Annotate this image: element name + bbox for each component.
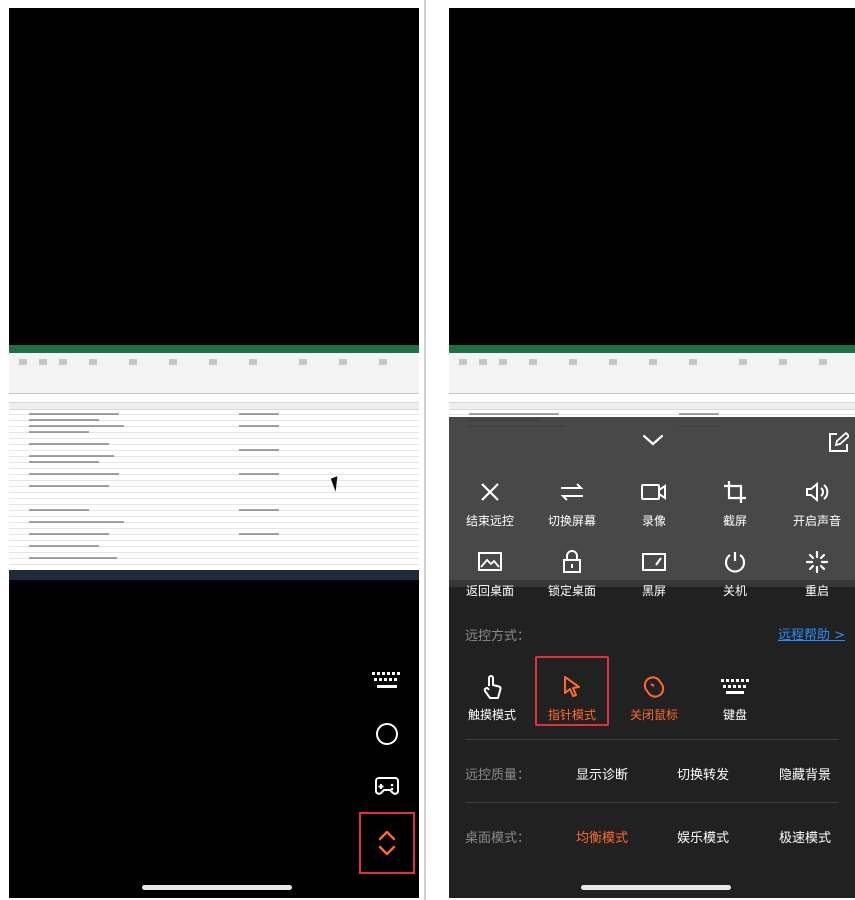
mode-label: 键盘 (722, 708, 747, 722)
tool-label: 返回桌面 (465, 584, 514, 598)
lock-icon (537, 548, 607, 576)
excel-ribbon (449, 353, 855, 394)
tool-label: 结束远控 (465, 514, 514, 528)
gamepad-icon[interactable] (366, 765, 408, 807)
tool-label: 锁定桌面 (547, 584, 596, 598)
control-mode-label: 远控方式： (465, 629, 531, 644)
remote-desktop-view[interactable] (9, 345, 419, 580)
switch-icon (537, 478, 607, 506)
sound-on-button[interactable]: 开启声音 (782, 478, 852, 529)
show-diagnosis-option[interactable]: 显示诊断 (576, 764, 628, 783)
blackscreen-icon (619, 548, 689, 576)
left-phone-screen (9, 8, 419, 898)
tool-label: 截屏 (722, 514, 747, 528)
keyboard-mode-button[interactable]: 键盘 (695, 672, 775, 723)
keyboard-icon (695, 672, 775, 702)
edit-icon[interactable] (827, 431, 851, 458)
speed-mode-option[interactable]: 极速模式 (779, 827, 831, 846)
windows-taskbar (9, 570, 419, 580)
switch-relay-option[interactable]: 切换转发 (677, 764, 729, 783)
screenshot-button[interactable]: 截屏 (700, 478, 770, 529)
tool-label: 录像 (641, 514, 666, 528)
record-icon (619, 478, 689, 506)
separator (424, 0, 426, 900)
home-indicator[interactable] (581, 885, 731, 890)
spreadsheet-grid (9, 409, 419, 570)
mode-label: 指针模式 (547, 708, 596, 722)
hide-background-option[interactable]: 隐藏背景 (779, 764, 831, 783)
speaker-icon (782, 478, 852, 506)
formula-bar (9, 394, 419, 403)
mouse-off-icon (614, 672, 694, 702)
entertainment-mode-option[interactable]: 娱乐模式 (677, 827, 729, 846)
shutdown-button[interactable]: 关机 (700, 548, 770, 599)
quality-label: 远控质量： (465, 768, 531, 783)
tool-label: 黑屏 (641, 584, 666, 598)
restart-button[interactable]: 重启 (782, 548, 852, 599)
tool-label: 切换屏幕 (547, 514, 596, 528)
circle-icon[interactable] (366, 713, 408, 755)
divider (465, 739, 839, 740)
pointer-icon (537, 672, 607, 702)
excel-titlebar (9, 345, 419, 353)
tool-label: 开启声音 (792, 514, 841, 528)
switch-screen-button[interactable]: 切换屏幕 (537, 478, 607, 529)
home-indicator[interactable] (142, 885, 292, 890)
desktop-icon (455, 548, 525, 576)
excel-titlebar (449, 345, 855, 353)
return-desktop-button[interactable]: 返回桌面 (455, 548, 525, 599)
balanced-mode-option[interactable]: 均衡模式 (576, 827, 628, 846)
remote-help-link[interactable]: 远程帮助 > (778, 624, 845, 643)
divider (465, 802, 839, 803)
excel-ribbon (9, 353, 419, 394)
mode-label: 触摸模式 (467, 708, 516, 722)
close-icon (455, 478, 525, 506)
disable-mouse-button[interactable]: 关闭鼠标 (614, 672, 694, 723)
collapse-toggle-icon[interactable] (359, 812, 415, 874)
touch-mode-button[interactable]: 触摸模式 (452, 672, 532, 723)
desktop-mode-label: 桌面模式： (465, 831, 531, 846)
tool-label: 关机 (722, 584, 747, 598)
lock-desktop-button[interactable]: 锁定桌面 (537, 548, 607, 599)
end-remote-button[interactable]: 结束远控 (455, 478, 525, 529)
keyboard-icon[interactable] (366, 660, 408, 702)
right-phone-screen: 结束远控 切换屏幕 录像 截屏 开启声音 返回桌面 锁定桌面 黑屏 关机 重启 … (449, 8, 855, 898)
record-button[interactable]: 录像 (619, 478, 689, 529)
pointer-mode-button[interactable]: 指针模式 (535, 656, 609, 726)
crop-icon (700, 478, 770, 506)
touch-icon (452, 672, 532, 702)
black-screen-button[interactable]: 黑屏 (619, 548, 689, 599)
restart-icon (782, 548, 852, 576)
formula-bar (449, 394, 855, 403)
power-icon (700, 548, 770, 576)
chevron-down-icon[interactable] (642, 432, 664, 451)
mode-label: 关闭鼠标 (629, 708, 678, 722)
tool-label: 重启 (804, 584, 829, 598)
